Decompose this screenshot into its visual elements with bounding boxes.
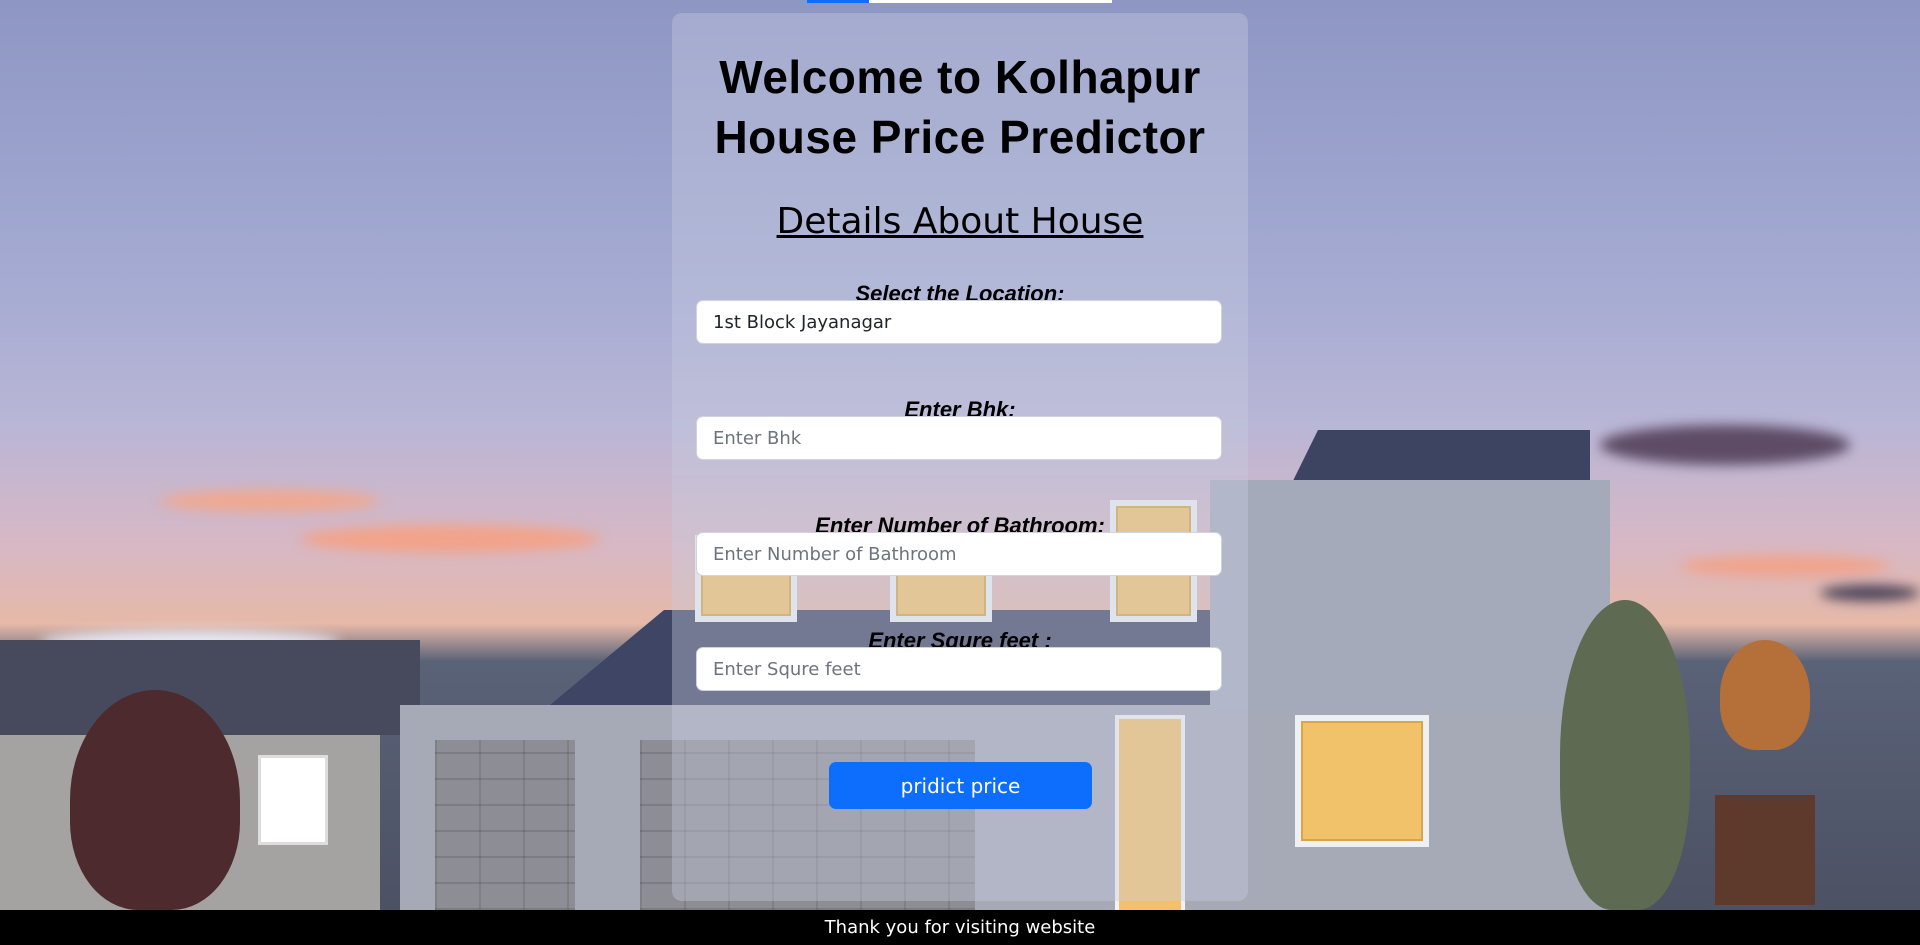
sqft-input[interactable] (696, 647, 1222, 691)
window (1295, 715, 1429, 847)
predict-price-button[interactable]: pridict price (829, 762, 1092, 809)
cloud (160, 490, 380, 512)
top-accent-bar (869, 0, 1112, 3)
cloud (1680, 555, 1890, 577)
location-select[interactable] (696, 300, 1222, 344)
tree (1720, 640, 1810, 750)
cloud (300, 525, 600, 553)
bhk-input[interactable] (696, 416, 1222, 460)
tree (1560, 600, 1690, 910)
cloud (1820, 585, 1920, 601)
cloud (1600, 425, 1850, 465)
garage-door (435, 740, 575, 910)
bathroom-input[interactable] (696, 532, 1222, 576)
fence (1715, 795, 1815, 905)
window (258, 755, 328, 845)
wall (1210, 480, 1610, 710)
predictor-card: Welcome to Kolhapur House Price Predicto… (672, 13, 1248, 901)
page-title: Welcome to Kolhapur House Price Predicto… (714, 51, 1206, 163)
section-heading: Details About House (776, 201, 1144, 242)
top-accent-bar (807, 0, 869, 3)
footer-text: Thank you for visiting website (824, 917, 1096, 938)
tree (70, 690, 240, 910)
footer-bar: Thank you for visiting website (0, 910, 1920, 945)
